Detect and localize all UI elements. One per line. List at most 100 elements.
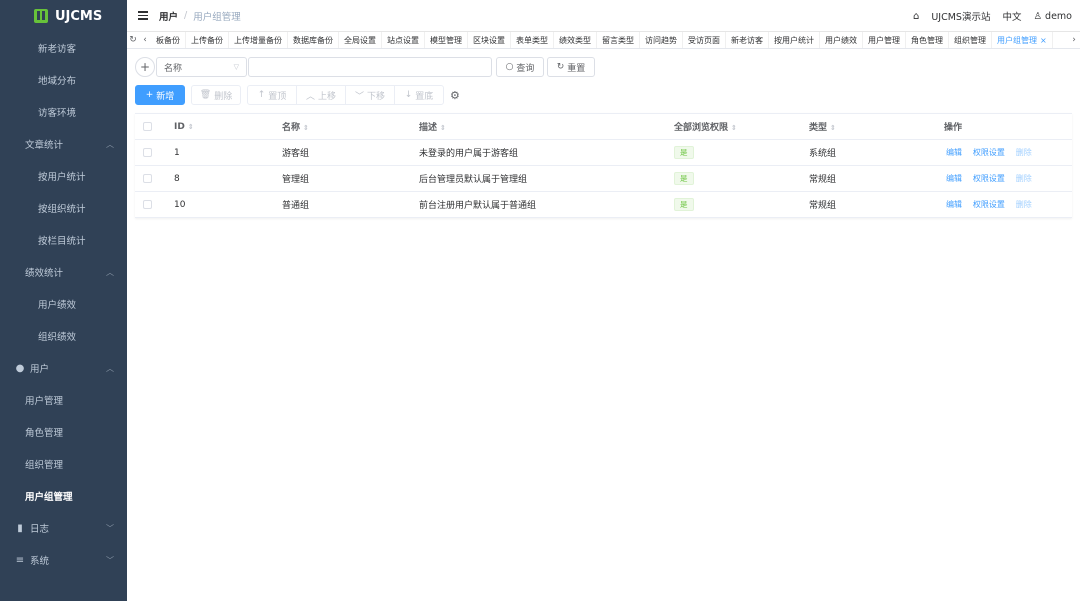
toolbar: + 新增 🗑 删除 ↑ 置顶 ︿ 上移 ﹀ 下移 ↓ 置底 ⚙: [135, 85, 460, 105]
user-icon: ●: [15, 362, 25, 374]
user-outline-icon: ♙: [1033, 10, 1043, 22]
tab-user-performance[interactable]: 用户绩效: [820, 32, 863, 48]
permission-link[interactable]: 权限设置: [973, 174, 1005, 183]
sidebar-item-visitor-env[interactable]: 访客环境: [0, 96, 127, 128]
row-checkbox[interactable]: [143, 148, 152, 157]
breadcrumb-current: 用户组管理: [193, 11, 241, 23]
tab-block-settings[interactable]: 区块设置: [468, 32, 511, 48]
chevron-down-icon: ﹀: [354, 91, 364, 102]
sort-icon[interactable]: ⇕: [731, 124, 737, 132]
search-input[interactable]: [248, 57, 492, 77]
delete-link[interactable]: 删除: [1016, 200, 1032, 209]
edit-link[interactable]: 编辑: [946, 200, 962, 209]
tab-model-management[interactable]: 模型管理: [425, 32, 468, 48]
sidebar-item-log[interactable]: ▮ 日志 ﹀: [0, 512, 127, 544]
edit-link[interactable]: 编辑: [946, 148, 962, 157]
cell-type: 常规组: [809, 201, 837, 211]
chevron-left-icon[interactable]: ‹: [139, 35, 151, 45]
delete-link[interactable]: 删除: [1016, 148, 1032, 157]
query-button[interactable]: ○ 查询: [496, 57, 544, 77]
move-down-button[interactable]: ﹀ 下移: [345, 85, 395, 105]
move-up-button[interactable]: ︿ 上移: [296, 85, 346, 105]
table-row: 8 管理组 后台管理员默认属于管理组 是 常规组 编辑 权限设置 删除: [135, 166, 1072, 192]
sidebar-item-user-performance[interactable]: 用户绩效: [0, 288, 127, 320]
sidebar-item-org-management[interactable]: 组织管理: [0, 448, 127, 480]
delete-link[interactable]: 删除: [1016, 174, 1032, 183]
chevron-up-icon: ︿: [106, 140, 114, 149]
tab-visit-trend[interactable]: 访问趋势: [640, 32, 683, 48]
sidebar-item-org-performance[interactable]: 组织绩效: [0, 320, 127, 352]
add-filter-button[interactable]: +: [135, 57, 155, 77]
edit-link[interactable]: 编辑: [946, 174, 962, 183]
sidebar-item-usergroup-management[interactable]: 用户组管理: [0, 480, 127, 512]
tab-backup[interactable]: 板备份: [151, 32, 186, 48]
sidebar-item-new-old-visitors[interactable]: 新老访客: [0, 32, 127, 64]
tab-org-management[interactable]: 组织管理: [949, 32, 992, 48]
tab-form-types[interactable]: 表单类型: [511, 32, 554, 48]
tab-site-settings[interactable]: 站点设置: [382, 32, 425, 48]
sidebar-item-region[interactable]: 地域分布: [0, 64, 127, 96]
tab-usergroup-management[interactable]: 用户组管理 ×: [992, 32, 1053, 48]
sidebar-item-user-management[interactable]: 用户管理: [0, 384, 127, 416]
tab-message-types[interactable]: 留言类型: [597, 32, 640, 48]
sort-icon[interactable]: ⇕: [830, 124, 836, 132]
breadcrumb: 用户 / 用户组管理: [159, 9, 241, 23]
sidebar-item-article-stats[interactable]: 文章统计 ︿: [0, 128, 127, 160]
row-checkbox[interactable]: [143, 174, 152, 183]
add-button[interactable]: + 新增: [135, 85, 185, 105]
sort-icon[interactable]: ⇕: [188, 123, 194, 131]
tab-database-backup[interactable]: 数据库备份: [288, 32, 339, 48]
sort-icon[interactable]: ⇕: [440, 124, 446, 132]
sidebar-item-system[interactable]: ≡ 系统 ﹀: [0, 544, 127, 576]
cell-name: 管理组: [282, 175, 310, 185]
status-badge: 是: [674, 146, 694, 159]
tab-user-management[interactable]: 用户管理: [863, 32, 906, 48]
sidebar-item-by-org[interactable]: 按组织统计: [0, 192, 127, 224]
chevron-right-icon[interactable]: ›: [1068, 35, 1080, 45]
close-icon[interactable]: ×: [1040, 36, 1047, 45]
tab-role-management[interactable]: 角色管理: [906, 32, 949, 48]
column-header-name[interactable]: 名称 ⇕: [282, 120, 419, 133]
permission-link[interactable]: 权限设置: [973, 148, 1005, 157]
home-icon[interactable]: ⌂: [913, 11, 919, 22]
column-header-desc[interactable]: 描述 ⇕: [419, 120, 674, 133]
chevron-down-icon: ﹀: [106, 556, 114, 565]
move-top-button[interactable]: ↑ 置顶: [247, 85, 297, 105]
brand-name: UJCMS: [55, 8, 103, 24]
sidebar-item-role-management[interactable]: 角色管理: [0, 416, 127, 448]
tab-by-user-stats[interactable]: 按用户统计: [769, 32, 820, 48]
column-header-id[interactable]: ID ⇕: [174, 122, 282, 132]
row-checkbox[interactable]: [143, 200, 152, 209]
reset-button[interactable]: ↻ 重置: [547, 57, 595, 77]
header-actions: ⌂ UJCMS演示站 中文 ♙ demo: [913, 0, 1072, 32]
sidebar-item-by-user[interactable]: 按用户统计: [0, 160, 127, 192]
column-header-type[interactable]: 类型 ⇕: [809, 120, 944, 133]
delete-button[interactable]: 🗑 删除: [191, 85, 241, 105]
permission-link[interactable]: 权限设置: [973, 200, 1005, 209]
sort-icon[interactable]: ⇕: [303, 124, 309, 132]
tab-global-settings[interactable]: 全局设置: [339, 32, 382, 48]
tab-upload-backup[interactable]: 上传备份: [186, 32, 229, 48]
menu-toggle-icon[interactable]: [138, 11, 148, 20]
user-menu[interactable]: ♙ demo: [1033, 11, 1072, 22]
refresh-icon[interactable]: ↻: [127, 35, 139, 45]
gear-icon[interactable]: ⚙: [450, 89, 460, 102]
sidebar-item-user[interactable]: ● 用户 ︿: [0, 352, 127, 384]
site-switcher[interactable]: UJCMS演示站: [931, 9, 990, 23]
tab-new-old-visitors[interactable]: 新老访客: [726, 32, 769, 48]
move-bottom-button[interactable]: ↓ 置底: [394, 85, 444, 105]
tabs-bar: ↻ ‹ 板备份 上传备份 上传增量备份 数据库备份 全局设置 站点设置 模型管理…: [127, 32, 1080, 49]
plus-icon: +: [145, 90, 154, 100]
column-header-perm[interactable]: 全部浏览权限 ⇕: [674, 120, 809, 133]
sidebar-item-performance-stats[interactable]: 绩效统计 ︿: [0, 256, 127, 288]
cell-name: 普通组: [282, 201, 310, 211]
tab-visited-pages[interactable]: 受访页面: [683, 32, 726, 48]
sidebar-item-by-channel[interactable]: 按栏目统计: [0, 224, 127, 256]
tab-performance-types[interactable]: 绩效类型: [554, 32, 597, 48]
select-all-checkbox[interactable]: [143, 122, 152, 131]
brand-logo[interactable]: UJCMS: [0, 0, 127, 32]
search-field-select[interactable]: 名称 ▽: [156, 57, 247, 77]
table-row: 1 游客组 未登录的用户属于游客组 是 系统组 编辑 权限设置 删除: [135, 140, 1072, 166]
tab-incremental-backup[interactable]: 上传增量备份: [229, 32, 288, 48]
language-switcher[interactable]: 中文: [1002, 9, 1021, 23]
